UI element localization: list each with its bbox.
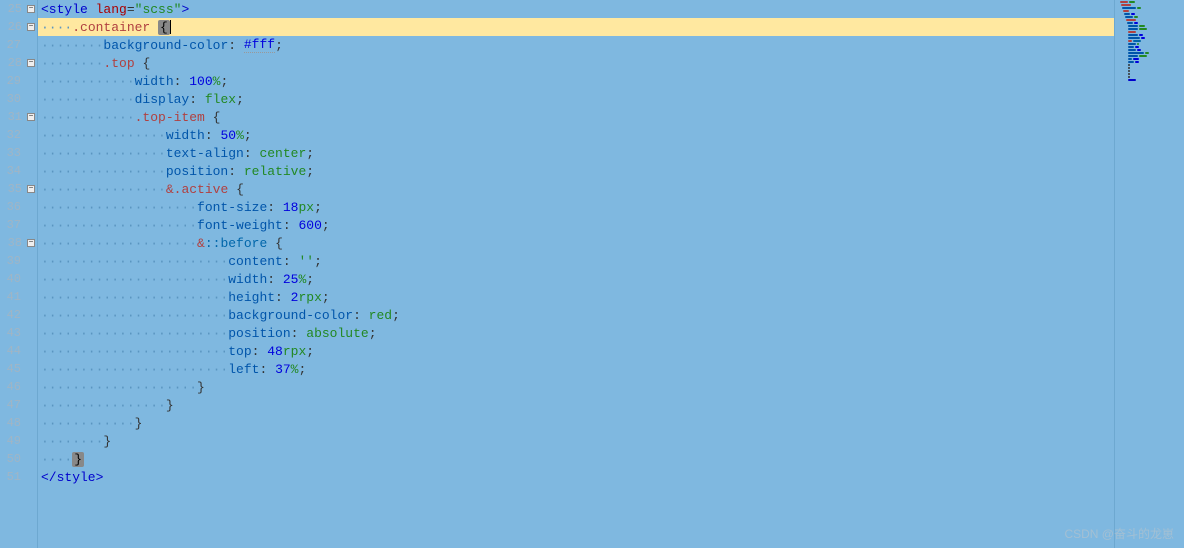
gutter-line: 30 (0, 90, 37, 108)
gutter-line: 47 (0, 396, 37, 414)
minimap-line (1117, 1, 1182, 3)
code-line[interactable]: ························content: ''; (38, 252, 1114, 270)
code-area[interactable]: <style lang="scss">····.container {·····… (38, 0, 1114, 548)
gutter-line: 46 (0, 378, 37, 396)
code-line[interactable]: ························position: absolu… (38, 324, 1114, 342)
gutter-line: 27 (0, 36, 37, 54)
code-line[interactable]: ········} (38, 432, 1114, 450)
minimap-line (1117, 37, 1182, 39)
fold-icon[interactable]: − (27, 239, 35, 247)
code-line[interactable]: ················width: 50%; (38, 126, 1114, 144)
gutter-line: 40 (0, 270, 37, 288)
code-line[interactable]: ····················} (38, 378, 1114, 396)
code-line[interactable]: <style lang="scss"> (38, 0, 1114, 18)
code-line[interactable]: ················position: relative; (38, 162, 1114, 180)
gutter-line: 31− (0, 108, 37, 126)
minimap-line (1117, 64, 1182, 66)
gutter-line: 33 (0, 144, 37, 162)
code-line[interactable]: ························width: 25%; (38, 270, 1114, 288)
code-line[interactable]: ············display: flex; (38, 90, 1114, 108)
code-line[interactable]: ····.container { (38, 18, 1114, 36)
minimap-line (1117, 61, 1182, 63)
text-cursor (170, 20, 171, 34)
minimap-line (1117, 70, 1182, 72)
watermark: CSDN @奋斗的龙崽 (1064, 525, 1174, 542)
code-line[interactable]: ········.top { (38, 54, 1114, 72)
code-line[interactable]: </style> (38, 468, 1114, 486)
minimap-line (1117, 79, 1182, 81)
minimap-line (1117, 73, 1182, 75)
gutter-line: 26− (0, 18, 37, 36)
gutter-line: 42 (0, 306, 37, 324)
gutter-line: 48 (0, 414, 37, 432)
gutter-line: 44 (0, 342, 37, 360)
minimap-line (1117, 49, 1182, 51)
minimap-line (1117, 4, 1182, 6)
gutter-line: 36 (0, 198, 37, 216)
minimap-line (1117, 58, 1182, 60)
gutter-line: 25− (0, 0, 37, 18)
minimap-line (1117, 7, 1182, 9)
code-line[interactable]: ························height: 2rpx; (38, 288, 1114, 306)
gutter-line: 29 (0, 72, 37, 90)
fold-icon[interactable]: − (27, 113, 35, 121)
minimap-line (1117, 16, 1182, 18)
code-editor: 25−26−2728−293031−32333435−363738−394041… (0, 0, 1184, 548)
minimap[interactable] (1114, 0, 1184, 548)
minimap-line (1117, 40, 1182, 42)
gutter-line: 49 (0, 432, 37, 450)
code-line[interactable]: ····················font-size: 18px; (38, 198, 1114, 216)
code-line[interactable]: ········background-color: #fff; (38, 36, 1114, 54)
gutter-line: 41 (0, 288, 37, 306)
minimap-line (1117, 13, 1182, 15)
minimap-line (1117, 22, 1182, 24)
gutter-line: 37 (0, 216, 37, 234)
minimap-line (1117, 52, 1182, 54)
code-line[interactable]: ····················font-weight: 600; (38, 216, 1114, 234)
gutter-line: 34 (0, 162, 37, 180)
code-line[interactable]: ················&.active { (38, 180, 1114, 198)
minimap-line (1117, 46, 1182, 48)
gutter-line: 51 (0, 468, 37, 486)
minimap-line (1117, 43, 1182, 45)
code-line[interactable]: ························left: 37%; (38, 360, 1114, 378)
minimap-line (1117, 67, 1182, 69)
gutter-line: 35− (0, 180, 37, 198)
fold-icon[interactable]: − (27, 59, 35, 67)
minimap-line (1117, 10, 1182, 12)
fold-icon[interactable]: − (27, 23, 35, 31)
gutter-line: 50 (0, 450, 37, 468)
code-line[interactable]: ························top: 48rpx; (38, 342, 1114, 360)
gutter-line: 28− (0, 54, 37, 72)
gutter: 25−26−2728−293031−32333435−363738−394041… (0, 0, 38, 548)
fold-icon[interactable]: − (27, 5, 35, 13)
minimap-line (1117, 25, 1182, 27)
code-line[interactable]: ····} (38, 450, 1114, 468)
gutter-line: 39 (0, 252, 37, 270)
gutter-line: 32 (0, 126, 37, 144)
code-line[interactable]: ························background-color… (38, 306, 1114, 324)
code-line[interactable]: ············.top-item { (38, 108, 1114, 126)
minimap-line (1117, 19, 1182, 21)
code-line[interactable]: ····················&::before { (38, 234, 1114, 252)
code-line[interactable]: ················text-align: center; (38, 144, 1114, 162)
code-line[interactable]: ············width: 100%; (38, 72, 1114, 90)
minimap-line (1117, 55, 1182, 57)
minimap-line (1117, 28, 1182, 30)
gutter-line: 43 (0, 324, 37, 342)
fold-icon[interactable]: − (27, 185, 35, 193)
gutter-line: 45 (0, 360, 37, 378)
minimap-line (1117, 34, 1182, 36)
code-line[interactable]: ············} (38, 414, 1114, 432)
minimap-line (1117, 76, 1182, 78)
minimap-line (1117, 31, 1182, 33)
code-line[interactable]: ················} (38, 396, 1114, 414)
gutter-line: 38− (0, 234, 37, 252)
